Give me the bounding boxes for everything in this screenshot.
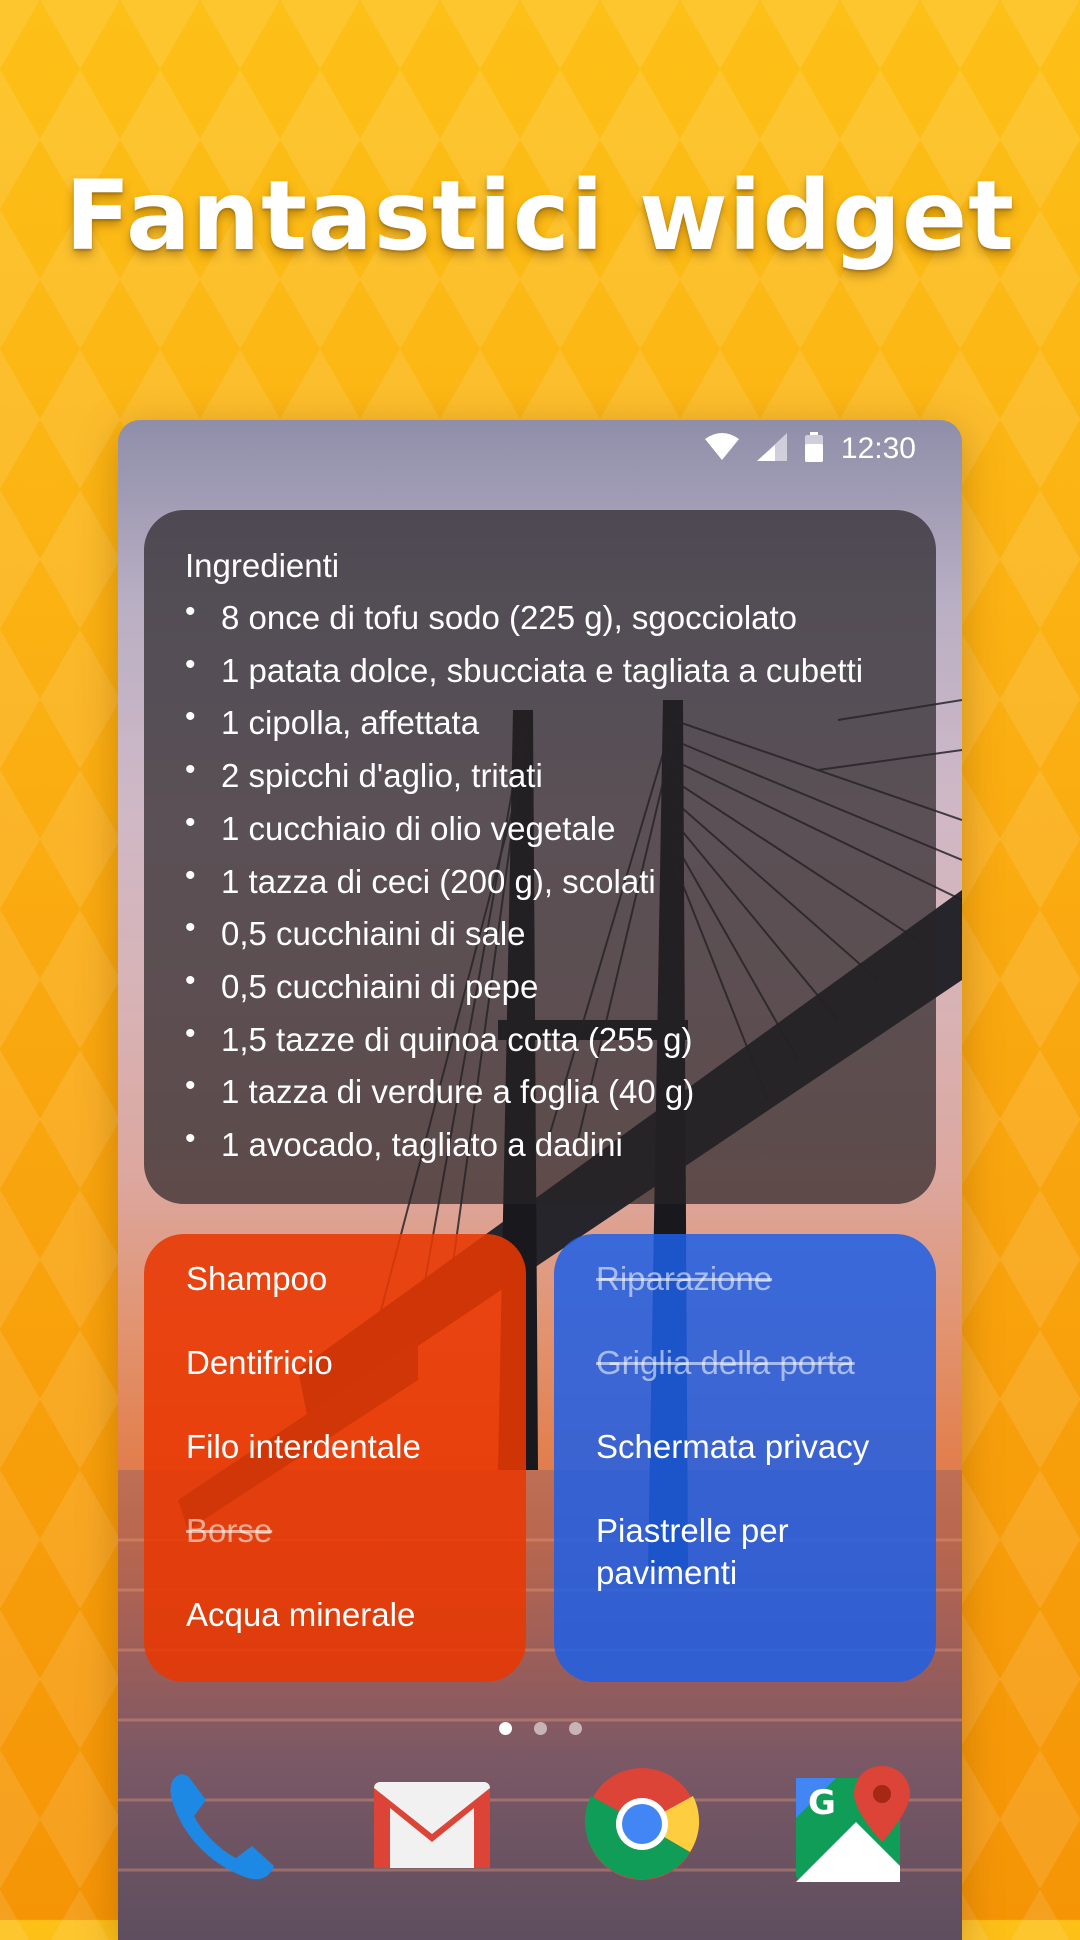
- list-item[interactable]: Shampoo: [186, 1258, 498, 1300]
- chrome-icon[interactable]: [584, 1766, 704, 1896]
- headline: Fantastici widget: [65, 160, 1015, 272]
- ingredient-item: 0,5 cucchiaini di pepe: [185, 955, 906, 1014]
- ingredient-item: 1 avocado, tagliato a dadini: [185, 1113, 906, 1172]
- status-bar: 12:30: [118, 420, 962, 478]
- maps-icon[interactable]: G: [796, 1766, 916, 1896]
- list-item-done[interactable]: Borse: [186, 1510, 498, 1552]
- ingredient-item: 1,5 tazze di quinoa cotta (255 g): [185, 1008, 906, 1067]
- ingredient-item: 1 tazza di verdure a foglia (40 g): [185, 1060, 906, 1119]
- list-item[interactable]: Acqua minerale: [186, 1594, 498, 1636]
- signal-icon: [756, 432, 787, 466]
- page-dot-active[interactable]: [498, 1722, 512, 1735]
- shopping-list-widget[interactable]: Shampoo Dentifricio Filo interdentale Bo…: [144, 1234, 526, 1682]
- svg-text:G: G: [808, 1783, 836, 1823]
- ingredient-item: 2 spicchi d'aglio, tritati: [185, 744, 906, 803]
- ingredient-item: 0,5 cucchiaini di sale: [185, 902, 906, 961]
- phone-screen: 12:30 Ingredienti 8 once di tofu sodo (2…: [118, 420, 962, 1940]
- list-item-done[interactable]: Griglia della porta: [596, 1342, 908, 1384]
- battery-icon: [804, 431, 823, 467]
- recipe-widget[interactable]: Ingredienti 8 once di tofu sodo (225 g),…: [144, 510, 936, 1204]
- ingredient-item: 1 cucchiaio di olio vegetale: [185, 797, 906, 856]
- list-item-done[interactable]: Riparazione: [596, 1258, 908, 1300]
- page-dot[interactable]: [533, 1722, 547, 1735]
- ingredient-list: 8 once di tofu sodo (225 g), sgocciolato…: [185, 586, 906, 1172]
- ingredient-item: 1 patata dolce, sbucciata e tagliata a c…: [185, 639, 906, 698]
- recipe-title: Ingredienti: [185, 547, 340, 584]
- todo-list-widget[interactable]: Riparazione Griglia della porta Schermat…: [554, 1234, 936, 1682]
- list-item[interactable]: Filo interdentale: [186, 1426, 498, 1468]
- ingredient-item: 1 tazza di ceci (200 g), scolati: [185, 850, 906, 909]
- list-item[interactable]: Piastrelle per pavimenti: [596, 1510, 896, 1594]
- list-item[interactable]: Schermata privacy: [596, 1426, 908, 1468]
- phone-icon[interactable]: [164, 1766, 284, 1896]
- page-indicator: [118, 1722, 962, 1735]
- clock: 12:30: [840, 432, 916, 465]
- wifi-icon: [704, 432, 739, 466]
- gmail-icon[interactable]: [374, 1766, 494, 1896]
- ingredient-item: 1 cipolla, affettata: [185, 691, 906, 750]
- page-dot[interactable]: [568, 1722, 582, 1735]
- app-dock: G: [118, 1766, 962, 1916]
- ingredient-item: 8 once di tofu sodo (225 g), sgocciolato: [185, 586, 906, 645]
- list-item[interactable]: Dentifricio: [186, 1342, 498, 1384]
